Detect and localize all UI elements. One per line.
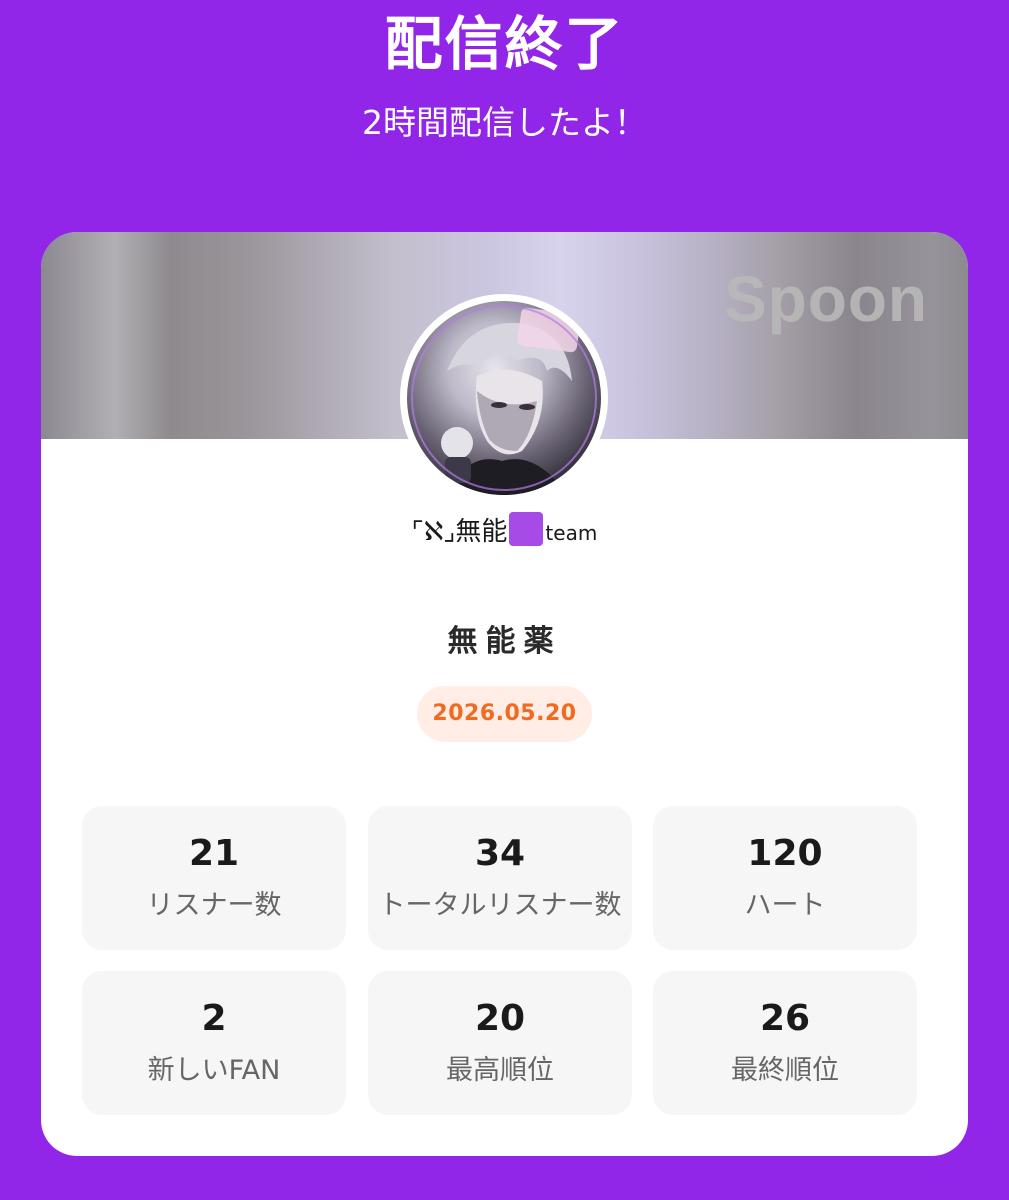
broadcast-title: 無能薬 [447,624,562,659]
username-suffix: team [545,521,598,545]
stat-label: 最終順位 [731,1055,839,1086]
avatar-image [407,301,601,495]
stat-value: 26 [759,998,811,1039]
username-prefix: ⌜ℵ⌟無能 [411,517,508,547]
stat-label: 最高順位 [446,1055,554,1086]
stat-value: 20 [474,998,526,1039]
page-title: 配信終了 [384,10,625,78]
page-subtitle: 2時間配信したよ！ [362,103,647,142]
spoon-logo: Spoon [723,263,928,335]
broadcast-summary-card: Spoon ⌜ℵ⌟無能 team 無能薬 2026.05.20 21 リスナー数… [41,232,968,1156]
avatar[interactable] [402,296,606,500]
stat-highest-rank: 20 最高順位 [368,971,632,1115]
stat-label: トータルリスナー数 [378,890,622,921]
stat-value: 21 [188,833,240,874]
stat-value: 2 [201,998,227,1039]
stat-hearts: 120 ハート [653,806,917,950]
stat-label: 新しいFAN [147,1055,281,1086]
stat-new-fans: 2 新しいFAN [82,971,346,1115]
date-badge: 2026.05.20 [417,686,592,742]
username: ⌜ℵ⌟無能 team [41,512,968,551]
stat-value: 34 [474,833,526,874]
stat-label: ハート [744,890,826,921]
stat-final-rank: 26 最終順位 [653,971,917,1115]
stat-listeners: 21 リスナー数 [82,806,346,950]
stat-value: 120 [747,833,823,874]
stat-label: リスナー数 [146,890,282,921]
purple-square-icon [509,512,544,546]
stat-total-listeners: 34 トータルリスナー数 [368,806,632,950]
